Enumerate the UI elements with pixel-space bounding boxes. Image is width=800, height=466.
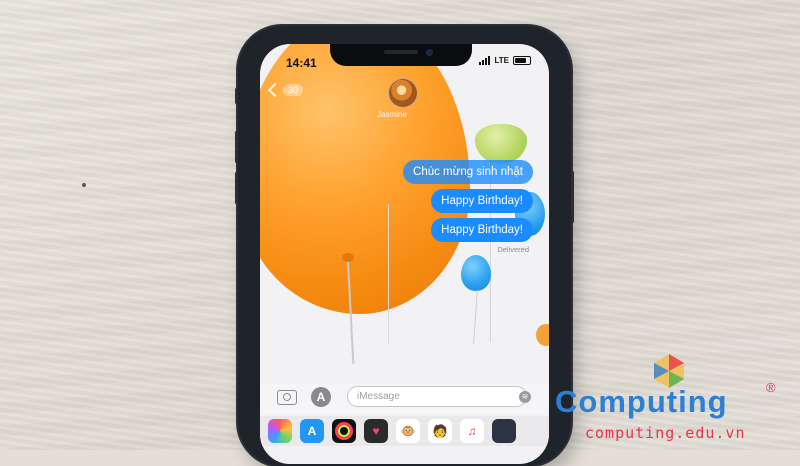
photos-icon[interactable] <box>268 419 292 443</box>
app-store-icon[interactable]: A <box>311 387 331 407</box>
watermark-url: computing.edu.vn <box>585 424 746 442</box>
music-icon[interactable]: ♫ <box>460 419 484 443</box>
composer-bar: A iMessage ≋ <box>260 384 549 414</box>
memoji-icon[interactable]: 🧑 <box>428 419 452 443</box>
contact-name[interactable]: Jasmine <box>377 110 407 119</box>
camera-icon[interactable] <box>277 390 297 405</box>
app-store-icon[interactable]: A <box>300 419 324 443</box>
more-apps-icon[interactable] <box>492 419 516 443</box>
volume-up-button <box>235 131 238 163</box>
message-list: Chúc mừng sinh nhật Happy Birthday! Happ… <box>403 160 533 254</box>
delivery-status: Delivered <box>497 245 529 254</box>
balloon-knot <box>342 253 354 262</box>
message-input[interactable]: iMessage <box>347 386 527 407</box>
unread-count-badge: 30 <box>283 84 304 96</box>
earpiece-speaker <box>384 50 418 54</box>
animoji-monkey-icon[interactable]: 🐵 <box>396 419 420 443</box>
activity-icon[interactable] <box>332 419 356 443</box>
audio-record-icon[interactable]: ≋ <box>519 391 531 403</box>
message-bubble[interactable]: Chúc mừng sinh nhật <box>403 160 533 184</box>
silent-switch <box>235 88 238 104</box>
chevron-left-icon <box>267 82 283 98</box>
camera-notch <box>330 44 472 66</box>
balloon-string <box>473 290 478 344</box>
message-bubble[interactable]: Happy Birthday! <box>431 218 533 242</box>
front-camera <box>426 49 433 56</box>
digital-touch-icon[interactable]: ♥ <box>364 419 388 443</box>
watermark-brand: Computing <box>555 384 728 419</box>
blue-balloon <box>461 255 491 291</box>
small-orange-balloon <box>536 324 549 346</box>
balloon-string <box>388 204 389 344</box>
watermark-registered-mark: ® <box>766 380 776 395</box>
green-balloon <box>475 124 527 164</box>
message-bubble[interactable]: Happy Birthday! <box>431 189 533 213</box>
desk-spot <box>82 183 86 187</box>
back-button[interactable]: 30 <box>267 82 304 98</box>
status-indicators: LTE <box>479 56 531 65</box>
phone-screen: 14:41 LTE 30 Jasmine Chúc mừng sinh nhật… <box>260 44 549 464</box>
power-button <box>571 171 574 223</box>
battery-icon <box>513 56 531 65</box>
status-time: 14:41 <box>286 56 317 70</box>
signal-icon <box>479 56 491 65</box>
network-type: LTE <box>494 56 509 65</box>
volume-down-button <box>235 172 238 204</box>
contact-avatar[interactable] <box>388 78 418 108</box>
app-drawer: A ♥ 🐵 🧑 ♫ <box>260 416 549 446</box>
